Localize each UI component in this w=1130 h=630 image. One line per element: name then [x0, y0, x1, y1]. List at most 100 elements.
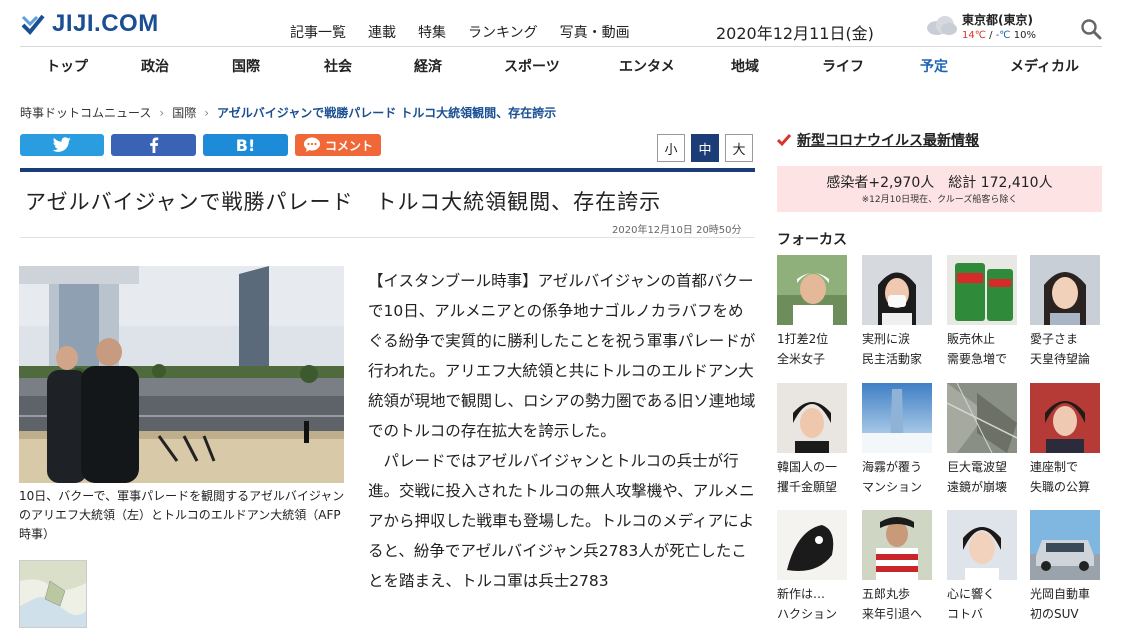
nav-economy[interactable]: 経済: [414, 56, 442, 76]
facebook-f-icon: [149, 137, 158, 153]
focus-tile[interactable]: 五郎丸歩 来年引退へ: [862, 510, 934, 624]
nav-schedule[interactable]: 予定: [920, 56, 948, 76]
focus-tile-line1: 五郎丸歩: [862, 587, 911, 601]
covid-info: 新型コロナウイルス最新情報: [777, 130, 979, 150]
focus-tile[interactable]: 新作は… ハクション: [777, 510, 849, 624]
activist-photo-icon: [862, 255, 932, 325]
focus-tile-line1: 海霧が覆う: [862, 460, 923, 474]
weather-location[interactable]: 東京都(東京): [962, 11, 1033, 28]
breadcrumb-separator: ›: [159, 106, 165, 120]
font-size-medium-button[interactable]: 中: [691, 134, 719, 162]
nav-sports[interactable]: スポーツ: [504, 56, 560, 76]
comment-button[interactable]: コメント: [295, 134, 381, 156]
checkmark-icon: [777, 134, 791, 147]
focus-tile-line2: 初のSUV: [1030, 607, 1079, 621]
politician-photo-icon: [1030, 383, 1100, 453]
hatena-bookmark-button[interactable]: B!: [203, 134, 288, 156]
focus-tile-line2: 民主活動家: [862, 352, 923, 366]
telescope-photo-icon: [947, 383, 1017, 453]
focus-tile[interactable]: 海霧が覆う マンション: [862, 383, 934, 497]
twitter-share-button[interactable]: [20, 134, 104, 156]
princess-photo-icon: [1030, 255, 1100, 325]
region-map-icon: [20, 561, 86, 627]
tower-photo-icon: [862, 383, 932, 453]
font-size-small-button[interactable]: 小: [657, 134, 685, 162]
covid-note: ※12月10日現在、クルーズ船客ら除く: [861, 195, 1018, 205]
logo-mark-icon: [21, 14, 45, 35]
focus-tile-line2: コトバ: [947, 607, 984, 621]
site-logo[interactable]: JIJI.COM: [20, 10, 159, 38]
focus-tile[interactable]: 心に響く コトバ: [947, 510, 1019, 624]
focus-tile-line2: マンション: [862, 480, 923, 494]
focus-tile-line2: 全米女子: [777, 352, 826, 366]
title-rule: [20, 168, 755, 172]
milo-photo-icon: [947, 255, 1017, 325]
map-thumbnail[interactable]: [19, 560, 87, 628]
focus-tile-line2: 来年引退へ: [862, 607, 923, 621]
focus-tile[interactable]: 光岡自動車 初のSUV: [1030, 510, 1102, 624]
article-paragraph: パレードではアゼルバイジャンとトルコの兵士が行進。交戦に投入されたトルコの無人攻…: [368, 452, 755, 590]
temp-sep: /: [985, 30, 996, 41]
main-nav: トップ 政治 国際 社会 経済 スポーツ エンタメ 地域 ライフ 予定 メディカ…: [20, 52, 1102, 82]
logo-text: JIJI.COM: [52, 10, 159, 37]
focus-tile[interactable]: 1打差2位 全米女子: [777, 255, 849, 369]
covid-info-link[interactable]: 新型コロナウイルス最新情報: [797, 130, 979, 150]
rain-chance: 10%: [1010, 30, 1036, 41]
breadcrumb-home[interactable]: 時事ドットコムニュース: [20, 106, 151, 120]
focus-tile[interactable]: 実刑に涙 民主活動家: [862, 255, 934, 369]
covid-stats: 感染者+2,970人 総計 172,410人: [826, 175, 1053, 191]
focus-tile-line2: 失職の公算: [1030, 480, 1091, 494]
rugby-photo-icon: [862, 510, 932, 580]
search-icon[interactable]: [1080, 18, 1102, 40]
focus-tile-line1: 心に響く: [947, 587, 996, 601]
top-nav: 記事一覧 連載 特集 ランキング 写真・動画: [290, 22, 652, 42]
comment-label: コメント: [324, 138, 373, 153]
focus-tile-line2: 攫千金願望: [777, 480, 838, 494]
focus-tile-line1: 販売休止: [947, 332, 996, 346]
focus-tile-line1: 愛子さま: [1030, 332, 1079, 346]
header-divider: [20, 46, 1102, 47]
top-nav-photo-video[interactable]: 写真・動画: [560, 22, 630, 42]
focus-tile[interactable]: 連座制で 失職の公算: [1030, 383, 1102, 497]
nav-top[interactable]: トップ: [46, 56, 88, 76]
covid-stats-box[interactable]: 感染者+2,970人 総計 172,410人 ※12月10日現在、クルーズ船客ら…: [777, 166, 1102, 212]
top-nav-ranking[interactable]: ランキング: [468, 22, 538, 42]
focus-tile[interactable]: 韓国人の一 攫千金願望: [777, 383, 849, 497]
girl-photo-icon: [947, 510, 1017, 580]
article-photo[interactable]: [19, 266, 344, 483]
font-size-large-button[interactable]: 大: [725, 134, 753, 162]
top-nav-articles[interactable]: 記事一覧: [290, 22, 346, 42]
nav-international[interactable]: 国際: [232, 56, 260, 76]
title-divider: [20, 237, 755, 238]
nav-politics[interactable]: 政治: [141, 56, 169, 76]
temp-low: -℃: [995, 30, 1011, 41]
article-title: アゼルバイジャンで戦勝パレード トルコ大統領観閲、存在誇示: [25, 190, 662, 214]
focus-heading: フォーカス: [777, 232, 847, 248]
nav-medical[interactable]: メディカル: [1010, 56, 1079, 76]
focus-tile[interactable]: 愛子さま 天皇待望論: [1030, 255, 1102, 369]
breadcrumb-international[interactable]: 国際: [172, 106, 196, 120]
focus-tile-line2: 天皇待望論: [1030, 352, 1091, 366]
nav-life[interactable]: ライフ: [822, 56, 864, 76]
focus-tile-line1: 1打差2位: [777, 332, 829, 346]
focus-tile-line1: 韓国人の一: [777, 460, 838, 474]
focus-tile-line2: 遠鏡が崩壊: [947, 480, 1008, 494]
nav-entertainment[interactable]: エンタメ: [619, 56, 675, 76]
cloud-icon: [927, 16, 957, 35]
top-nav-features[interactable]: 特集: [418, 22, 446, 42]
focus-tile-line1: 連座制で: [1030, 460, 1079, 474]
idol-photo-icon: [777, 383, 847, 453]
focus-tile[interactable]: 販売休止 需要急増で: [947, 255, 1019, 369]
nav-society[interactable]: 社会: [324, 56, 352, 76]
nav-regional[interactable]: 地域: [731, 56, 759, 76]
focus-tile-line1: 光岡自動車: [1030, 587, 1091, 601]
top-nav-series[interactable]: 連載: [368, 22, 396, 42]
temp-high: 14℃: [962, 30, 986, 41]
breadcrumb-current: アゼルバイジャンで戦勝パレード トルコ大統領観閲、存在誇示: [217, 106, 557, 120]
focus-tile-line1: 巨大電波望: [947, 460, 1008, 474]
facebook-share-button[interactable]: [111, 134, 196, 156]
focus-tile-line1: 新作は…: [777, 587, 826, 601]
article-body: 【イスタンブール時事】アゼルバイジャンの首都バクーで10日、アルメニアとの係争地…: [368, 266, 758, 596]
focus-tile-line2: ハクション: [777, 607, 838, 621]
focus-tile[interactable]: 巨大電波望 遠鏡が崩壊: [947, 383, 1019, 497]
